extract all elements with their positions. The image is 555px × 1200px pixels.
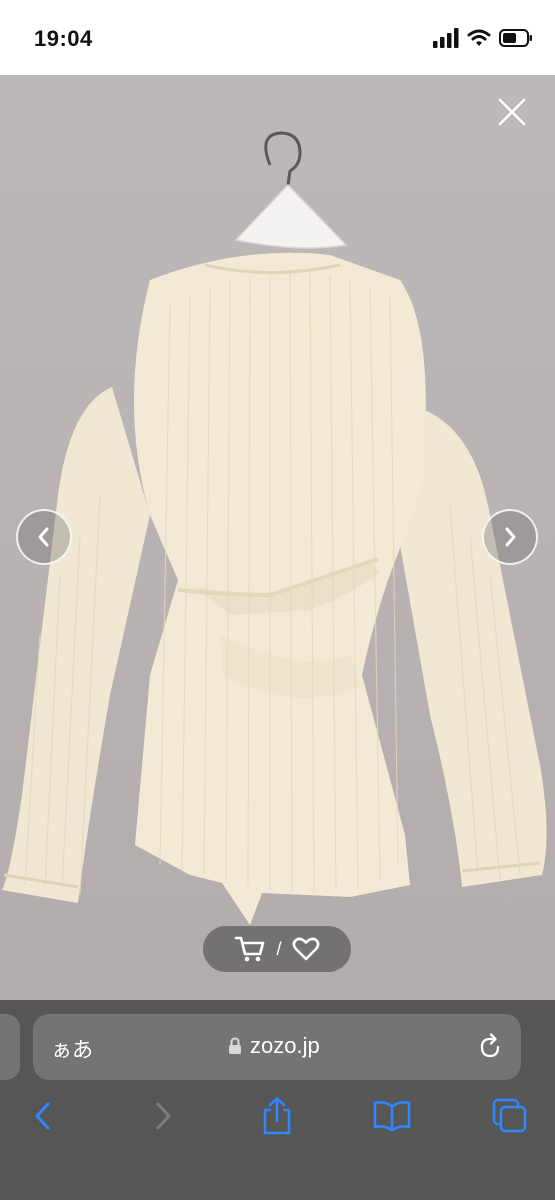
status-bar: 19:04 — [0, 0, 555, 75]
reload-button[interactable] — [477, 1032, 503, 1065]
browser-bottom-bar: ぁあ zozo.jp — [0, 1000, 555, 1200]
address-bar[interactable]: ぁあ zozo.jp — [33, 1014, 521, 1080]
action-separator: / — [276, 938, 282, 959]
status-icons — [433, 27, 533, 53]
cellular-signal-icon — [433, 27, 459, 53]
chevron-right-icon — [505, 527, 516, 547]
text-size-button[interactable]: ぁあ — [51, 1034, 93, 1064]
bookmarks-button[interactable] — [372, 1096, 412, 1136]
forward-button[interactable] — [143, 1096, 183, 1136]
close-icon — [498, 98, 526, 126]
product-image — [2, 131, 547, 925]
status-time: 19:04 — [34, 26, 93, 51]
url-display[interactable]: zozo.jp — [228, 1033, 320, 1059]
url-text: zozo.jp — [250, 1033, 320, 1058]
share-button[interactable] — [257, 1096, 297, 1136]
back-button[interactable] — [23, 1096, 63, 1136]
back-icon — [35, 1102, 50, 1130]
previous-tab-address-bar[interactable] — [0, 1014, 20, 1080]
close-button[interactable] — [495, 95, 529, 129]
add-to-cart-button[interactable] — [234, 935, 266, 963]
cart-favorite-pill: / — [203, 926, 351, 972]
tabs-button[interactable] — [490, 1096, 530, 1136]
tabs-icon — [492, 1098, 527, 1133]
cart-icon — [235, 936, 265, 962]
battery-icon — [499, 28, 533, 53]
reload-icon — [480, 1033, 500, 1058]
favorite-button[interactable] — [292, 936, 320, 962]
next-image-button[interactable] — [482, 509, 538, 565]
share-icon — [263, 1097, 291, 1135]
previous-image-button[interactable] — [16, 509, 72, 565]
forward-icon — [156, 1102, 171, 1130]
bookmarks-icon — [373, 1101, 411, 1132]
chevron-left-icon — [38, 527, 49, 547]
lock-icon — [229, 1037, 241, 1054]
wifi-icon — [467, 28, 491, 53]
heart-icon — [292, 937, 319, 961]
product-image-viewer[interactable]: / — [0, 75, 555, 1000]
